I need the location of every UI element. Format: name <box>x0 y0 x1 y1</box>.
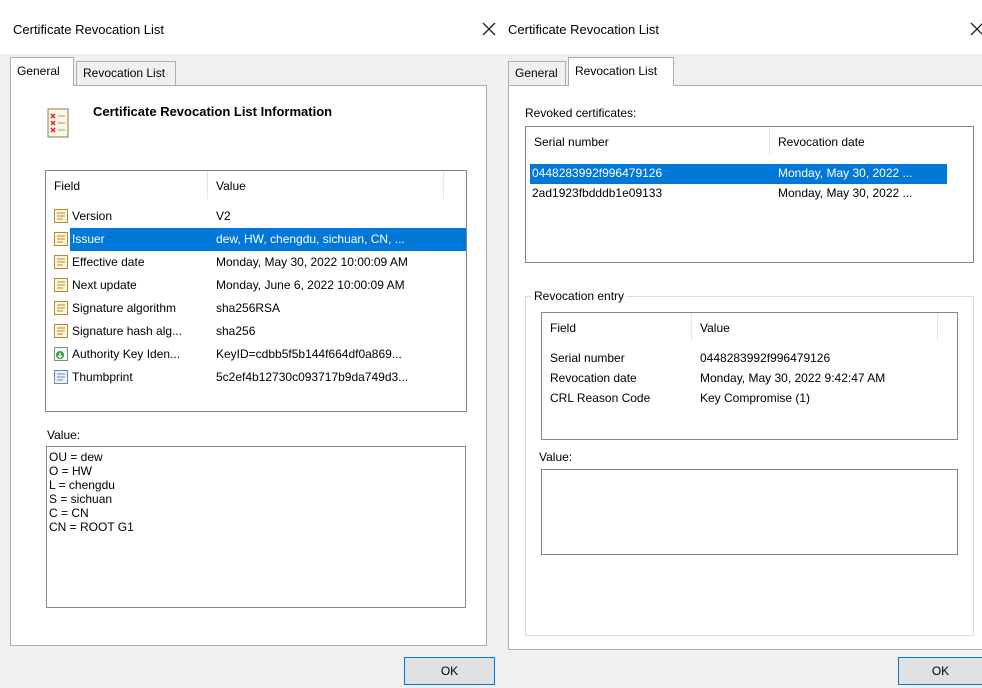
field-value: dew, HW, chengdu, sichuan, CN, ... <box>216 232 405 246</box>
tab-strip: General Revocation List <box>508 55 972 86</box>
field-row-authority-key[interactable]: Authority Key Iden... KeyID=cdbb5f5b144f… <box>46 343 466 366</box>
crl-dialog-revocation-list: Certificate Revocation List General Revo… <box>498 0 982 688</box>
field-value: sha256RSA <box>216 301 281 315</box>
value-label: Value: <box>539 450 573 464</box>
extension-icon <box>54 347 68 361</box>
general-panel: Certificate Revocation List Information … <box>10 85 487 646</box>
revoked-certificates-label: Revoked certificates: <box>525 106 637 120</box>
crl-dialog-general: Certificate Revocation List General Revo… <box>0 0 498 688</box>
field-name: Serial number <box>550 351 625 365</box>
document-icon <box>54 301 68 315</box>
title-bar: Certificate Revocation List <box>0 0 498 54</box>
window-title: Certificate Revocation List <box>13 22 165 37</box>
field-value: Monday, May 30, 2022 10:00:09 AM <box>216 255 408 269</box>
close-icon <box>970 22 982 36</box>
value-textbox[interactable]: OU = dew O = HW L = chengdu S = sichuan … <box>46 446 466 608</box>
field-name: Thumbprint <box>72 370 133 384</box>
revoked-certificates-list[interactable]: Serial number Revocation date 0448283992… <box>525 126 974 263</box>
info-heading: Certificate Revocation List Information <box>93 104 333 119</box>
close-button[interactable] <box>476 16 498 42</box>
field-row-effective-date[interactable]: Effective date Monday, May 30, 2022 10:0… <box>46 251 466 274</box>
revocation-entry-label: Revocation entry <box>531 289 628 303</box>
tab-label: Revocation List <box>575 64 658 78</box>
field-value: KeyID=cdbb5f5b144f664df0a869... <box>216 347 402 361</box>
tab-revocation-list[interactable]: Revocation List <box>568 57 674 86</box>
column-header-value[interactable]: Value <box>208 171 444 199</box>
field-name: Signature algorithm <box>72 301 177 315</box>
field-name: Signature hash alg... <box>72 324 183 338</box>
serial-number: 0448283992f996479126 <box>532 166 663 180</box>
list-header: Serial number Revocation date <box>526 127 973 155</box>
field-value: sha256 <box>216 324 256 338</box>
field-value: 5c2ef4b12730c093717b9da749d3... <box>216 370 409 384</box>
entry-row-reason[interactable]: CRL Reason Code Key Compromise (1) <box>542 389 957 409</box>
tab-general[interactable]: General <box>508 61 566 85</box>
window-title: Certificate Revocation List <box>508 22 660 37</box>
close-icon <box>482 22 496 36</box>
field-value: V2 <box>216 209 231 223</box>
revocation-panel: Revoked certificates: Serial number Revo… <box>508 85 982 650</box>
value-label: Value: <box>47 428 81 442</box>
list-header: Field Value <box>542 313 957 341</box>
field-row-thumbprint[interactable]: Thumbprint 5c2ef4b12730c093717b9da749d3.… <box>46 366 466 389</box>
tab-label: Revocation List <box>83 66 166 80</box>
title-bar: Certificate Revocation List <box>498 0 982 54</box>
value-textbox[interactable] <box>541 469 958 555</box>
crl-list-icon <box>47 108 69 138</box>
field-list[interactable]: Field Value Version V2 Issuer dew, HW, c… <box>45 170 467 412</box>
field-row-signature-algorithm[interactable]: Signature algorithm sha256RSA <box>46 297 466 320</box>
field-row-next-update[interactable]: Next update Monday, June 6, 2022 10:00:0… <box>46 274 466 297</box>
field-row-version[interactable]: Version V2 <box>46 205 466 228</box>
field-value: Monday, June 6, 2022 10:00:09 AM <box>216 278 405 292</box>
revocation-date: Monday, May 30, 2022 ... <box>778 166 913 180</box>
document-icon <box>54 209 68 223</box>
document-icon <box>54 324 68 338</box>
document-icon <box>54 255 68 269</box>
document-icon <box>54 232 68 246</box>
field-name: Authority Key Iden... <box>72 347 181 361</box>
revocation-date: Monday, May 30, 2022 ... <box>778 186 913 200</box>
column-header-field[interactable]: Field <box>46 171 208 199</box>
close-button[interactable] <box>964 16 982 42</box>
field-value: 0448283992f996479126 <box>700 351 831 365</box>
field-row-signature-hash[interactable]: Signature hash alg... sha256 <box>46 320 466 343</box>
tab-revocation-list[interactable]: Revocation List <box>76 61 176 85</box>
field-value: Key Compromise (1) <box>700 391 811 405</box>
entry-row-date[interactable]: Revocation date Monday, May 30, 2022 9:4… <box>542 369 957 389</box>
tab-label: General <box>515 66 558 80</box>
document-icon <box>54 370 68 384</box>
entry-row-serial[interactable]: Serial number 0448283992f996479126 <box>542 349 957 369</box>
field-name: Revocation date <box>550 371 637 385</box>
revoked-row-2[interactable]: 2ad1923fbdddb1e09133 Monday, May 30, 202… <box>530 184 947 204</box>
entry-field-list[interactable]: Field Value Serial number 0448283992f996… <box>541 312 958 440</box>
ok-button[interactable]: OK <box>898 657 982 685</box>
field-name: Effective date <box>72 255 145 269</box>
field-name: Version <box>72 209 113 223</box>
column-header-field[interactable]: Field <box>542 313 692 341</box>
list-header: Field Value <box>46 171 466 199</box>
field-row-issuer[interactable]: Issuer dew, HW, chengdu, sichuan, CN, ..… <box>70 228 466 251</box>
serial-number: 2ad1923fbdddb1e09133 <box>532 186 663 200</box>
tab-label: General <box>17 64 60 78</box>
revoked-row-1[interactable]: 0448283992f996479126 Monday, May 30, 202… <box>530 164 947 184</box>
field-name: CRL Reason Code <box>550 391 651 405</box>
tab-general[interactable]: General <box>10 57 74 86</box>
field-name: Issuer <box>72 232 105 246</box>
field-value: Monday, May 30, 2022 9:42:47 AM <box>700 371 886 385</box>
ok-button[interactable]: OK <box>404 657 495 685</box>
column-header-serial[interactable]: Serial number <box>526 127 770 155</box>
tab-strip: General Revocation List <box>10 55 488 86</box>
column-header-value[interactable]: Value <box>692 313 938 341</box>
column-header-date[interactable]: Revocation date <box>770 127 950 155</box>
document-icon <box>54 278 68 292</box>
field-name: Next update <box>72 278 137 292</box>
